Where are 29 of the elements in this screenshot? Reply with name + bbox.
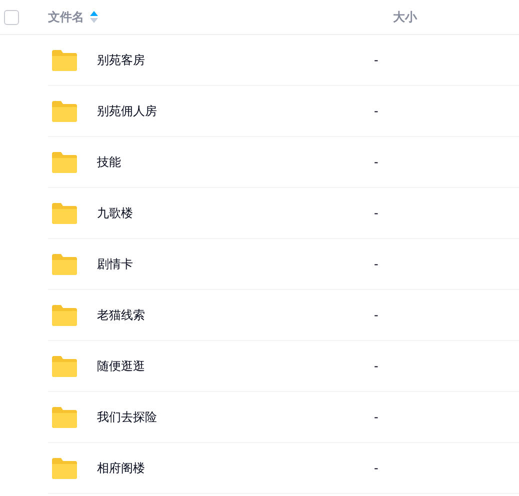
file-name[interactable]: 随便逛逛 [97,358,374,374]
select-all-checkbox[interactable] [4,10,19,24]
file-name[interactable]: 我们去探险 [97,408,374,426]
file-name[interactable]: 老猫线索 [97,306,374,324]
file-name[interactable]: 技能 [97,154,374,170]
folder-icon [52,254,77,274]
folder-icon [52,458,77,478]
folder-icon [52,202,77,224]
file-size: - [374,410,378,424]
file-name[interactable]: 相府阁楼 [97,460,374,476]
file-size: - [374,359,378,373]
file-size: - [374,53,378,67]
file-size: - [374,155,378,169]
folder-icon [52,50,77,70]
folder-icon [52,100,77,122]
file-size: - [374,104,378,118]
folder-icon [52,356,77,376]
file-size: - [374,206,378,220]
file-size: - [374,257,378,271]
file-name[interactable]: 别苑客房 [97,52,374,68]
file-size: - [374,308,378,322]
sort-icon[interactable] [90,11,98,23]
folder-icon [52,152,77,172]
file-name[interactable]: 别苑佣人房 [97,102,374,120]
file-size: - [374,461,378,475]
file-name[interactable]: 剧情卡 [97,256,374,272]
folder-icon [52,304,77,326]
file-name[interactable]: 九歌楼 [97,204,374,222]
folder-icon [52,406,77,428]
